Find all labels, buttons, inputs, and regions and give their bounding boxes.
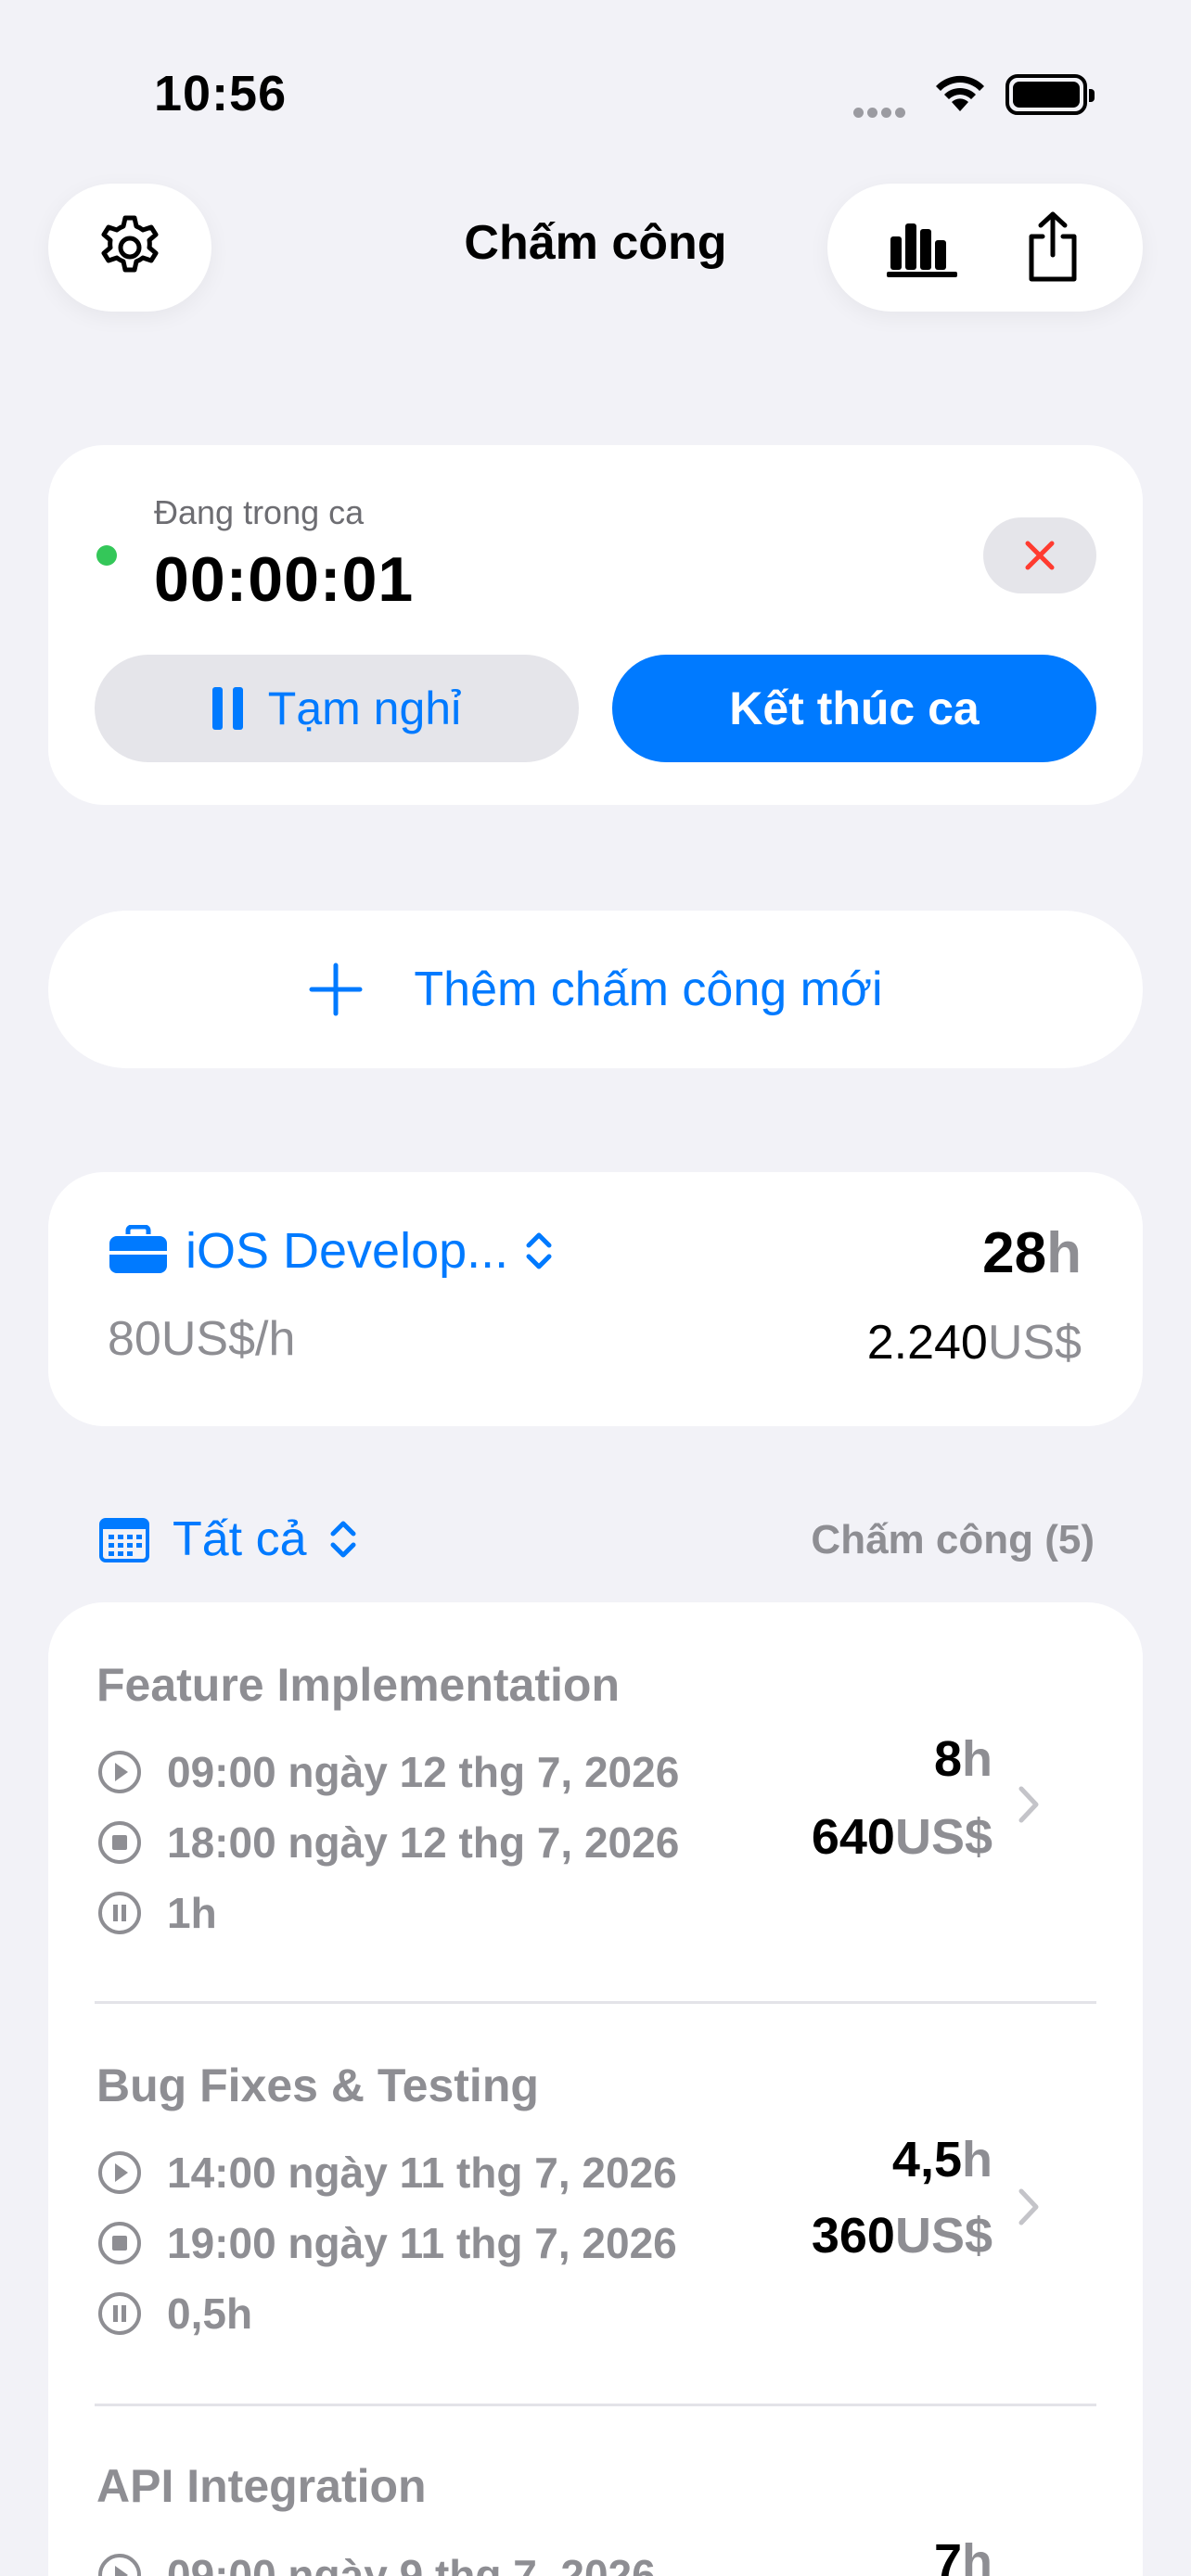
entry-start: 09:00 ngày 9 thg 7, 2026	[96, 2550, 656, 2576]
entry-hours-value: 8	[933, 1731, 962, 1787]
entry-earn-unit: US$	[894, 1809, 992, 1865]
entry-hours: 7h	[934, 2533, 992, 2576]
entry-title: API Integration	[96, 2460, 427, 2512]
shift-timer: 00:00:01	[154, 544, 415, 615]
cancel-shift-button[interactable]	[983, 517, 1096, 593]
plus-icon	[309, 963, 363, 1016]
play-circle-icon	[98, 1751, 141, 1793]
chevron-right-icon	[1018, 2188, 1039, 2225]
battery-icon	[1005, 74, 1095, 115]
entry-end: 18:00 ngày 12 thg 7, 2026	[96, 1817, 679, 1868]
list-item[interactable]: Feature Implementation 09:00 ngày 12 thg…	[48, 1602, 1143, 2003]
job-name: iOS Develop...	[186, 1223, 509, 1279]
end-shift-button[interactable]: Kết thúc ca	[612, 655, 1096, 762]
entry-start-text: 14:00 ngày 11 thg 7, 2026	[167, 2149, 677, 2197]
entry-start-text: 09:00 ngày 9 thg 7, 2026	[167, 2551, 656, 2576]
entry-end: 19:00 ngày 11 thg 7, 2026	[96, 2218, 677, 2268]
entry-hours: 8h	[934, 1730, 992, 1788]
add-entry-button[interactable]: Thêm chấm công mới	[48, 911, 1143, 1068]
close-icon	[1025, 541, 1055, 570]
job-hours-unit: h	[1046, 1221, 1082, 1285]
pause-icon	[211, 687, 243, 730]
entry-earnings: 640US$	[812, 1808, 992, 1866]
chevron-up-down-icon	[526, 1232, 552, 1269]
entry-hours: 4,5h	[892, 2131, 992, 2188]
cellular-signal-icon	[853, 106, 915, 118]
chevron-up-down-icon	[330, 1521, 355, 1558]
list-item[interactable]: Bug Fixes & Testing 14:00 ngày 11 thg 7,…	[48, 2005, 1143, 2405]
play-circle-icon	[98, 2151, 141, 2194]
pause-circle-icon	[98, 1892, 141, 1934]
entry-title: Feature Implementation	[96, 1659, 620, 1711]
job-selector[interactable]: iOS Develop...	[108, 1222, 553, 1280]
bar-chart-icon[interactable]	[887, 218, 959, 277]
play-circle-icon	[98, 2554, 141, 2576]
job-rate: 80US$/h	[108, 1312, 296, 1366]
divider	[95, 2001, 1096, 2004]
entry-end-text: 18:00 ngày 12 thg 7, 2026	[167, 1818, 680, 1867]
entries-count: Chấm công (5)	[811, 1517, 1095, 1562]
list-item[interactable]: API Integration 09:00 ngày 9 thg 7, 2026…	[48, 2407, 1143, 2576]
add-entry-label: Thêm chấm công mới	[414, 963, 883, 1016]
header-actions	[827, 184, 1143, 312]
date-filter[interactable]: Tất cả	[98, 1511, 357, 1567]
entries-list: Feature Implementation 09:00 ngày 12 thg…	[48, 1602, 1143, 2576]
entry-break: 0,5h	[96, 2289, 252, 2339]
entry-earnings: 360US$	[812, 2207, 992, 2264]
entry-hours-unit: h	[962, 2132, 992, 2187]
entry-earn-unit: US$	[894, 2208, 992, 2264]
entry-start: 14:00 ngày 11 thg 7, 2026	[96, 2148, 677, 2198]
job-summary-card	[48, 1172, 1143, 1426]
pause-button[interactable]: Tạm nghỉ	[95, 655, 579, 762]
stop-circle-icon	[98, 2222, 141, 2264]
entry-break-text: 0,5h	[167, 2289, 253, 2338]
pause-circle-icon	[98, 2292, 141, 2335]
entry-hours-value: 7	[933, 2534, 962, 2576]
entry-earn-value: 360	[811, 2208, 895, 2264]
filter-label: Tất cả	[173, 1512, 307, 1566]
entry-break-text: 1h	[167, 1889, 217, 1937]
job-earn-value: 2.240	[866, 1316, 988, 1370]
wifi-icon	[936, 75, 984, 111]
entry-title: Bug Fixes & Testing	[96, 2060, 539, 2111]
pause-label: Tạm nghỉ	[267, 682, 462, 734]
job-hours-value: 28	[982, 1221, 1047, 1285]
calendar-icon	[99, 1518, 149, 1562]
status-time: 10:56	[154, 66, 288, 121]
entry-hours-value: 4,5	[891, 2132, 962, 2187]
entry-hours-unit: h	[962, 2534, 992, 2576]
active-indicator	[96, 545, 117, 566]
entry-earn-value: 640	[811, 1809, 895, 1865]
job-total-earnings: 2.240US$	[867, 1315, 1082, 1371]
entry-start-text: 09:00 ngày 12 thg 7, 2026	[167, 1748, 680, 1796]
job-total-hours: 28h	[982, 1220, 1082, 1286]
share-icon[interactable]	[1022, 210, 1083, 285]
entry-hours-unit: h	[962, 1731, 992, 1787]
stop-circle-icon	[98, 1821, 141, 1864]
shift-status-label: Đang trong ca	[154, 493, 365, 531]
entry-break: 1h	[96, 1888, 217, 1938]
entry-end-text: 19:00 ngày 11 thg 7, 2026	[167, 2219, 677, 2267]
briefcase-icon	[109, 1225, 167, 1273]
entry-start: 09:00 ngày 12 thg 7, 2026	[96, 1747, 679, 1797]
chevron-right-icon	[1018, 1786, 1039, 1823]
divider	[95, 2404, 1096, 2406]
job-earn-unit: US$	[987, 1316, 1082, 1370]
